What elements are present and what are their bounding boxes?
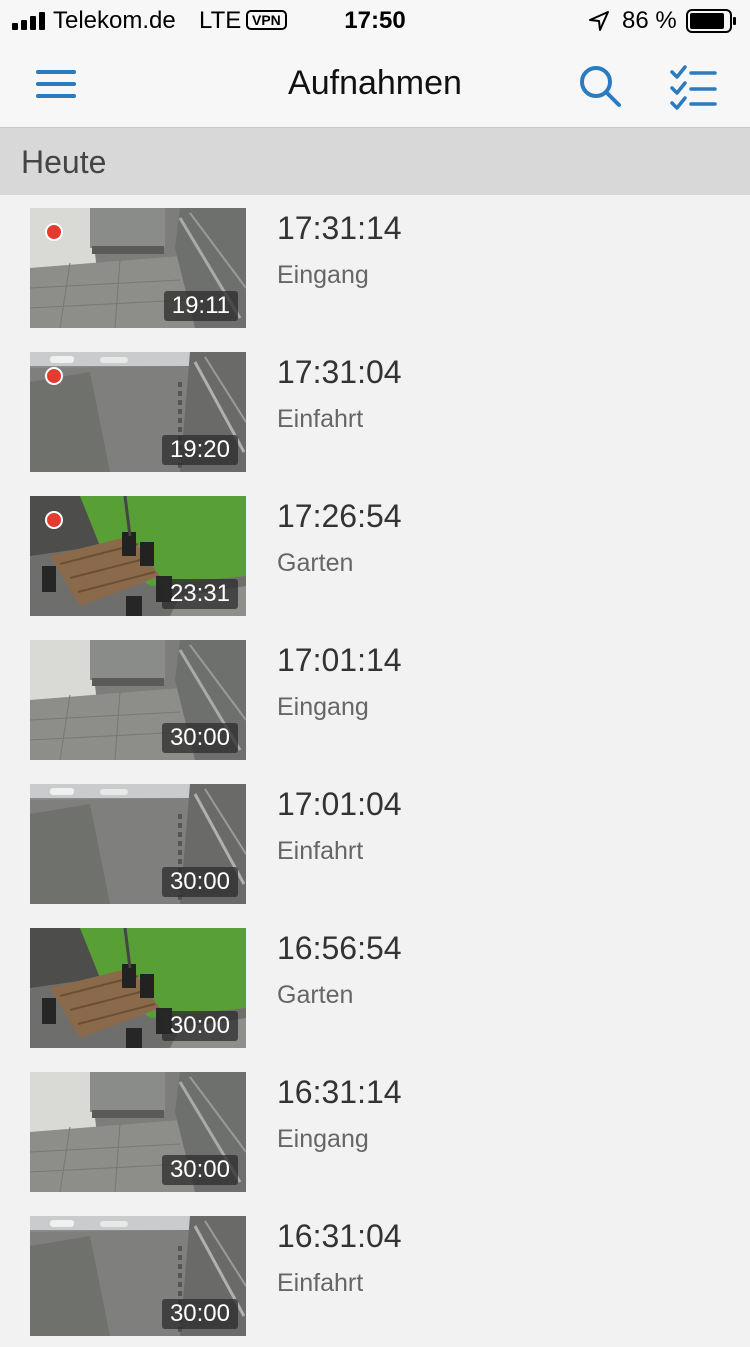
recording-time: 17:01:04: [277, 786, 402, 822]
camera-name: Einfahrt: [277, 405, 364, 433]
duration-badge: 30:00: [161, 1155, 238, 1185]
recording-time: 16:31:14: [277, 1074, 402, 1110]
recording-row[interactable]: 19:20 17:31:04 Einfahrt: [0, 339, 750, 483]
new-recording-dot: [45, 511, 63, 529]
recording-time: 16:56:54: [277, 930, 402, 966]
checklist-icon[interactable]: [668, 62, 718, 110]
duration-badge: 30:00: [161, 1299, 238, 1329]
recording-thumbnail[interactable]: 30:00: [30, 1072, 246, 1192]
camera-name: Eingang: [277, 261, 369, 289]
camera-name: Garten: [277, 981, 354, 1009]
navigation-bar: Aufnahmen: [0, 40, 750, 128]
recording-thumbnail[interactable]: 30:00: [30, 928, 246, 1048]
battery-percentage: 86 %: [622, 7, 677, 34]
recording-row[interactable]: 30:00 16:31:14 Eingang: [0, 1059, 750, 1203]
camera-name: Eingang: [277, 693, 369, 721]
recording-thumbnail[interactable]: 19:11: [30, 208, 246, 328]
battery-icon: [686, 9, 736, 33]
duration-badge: 30:00: [161, 1011, 238, 1041]
camera-name: Garten: [277, 549, 354, 577]
recording-row[interactable]: 30:00 16:31:04 Einfahrt: [0, 1203, 750, 1347]
recording-time: 17:26:54: [277, 498, 402, 534]
recording-thumbnail[interactable]: 19:20: [30, 352, 246, 472]
recording-thumbnail[interactable]: 30:00: [30, 1216, 246, 1336]
page-title: Aufnahmen: [288, 64, 462, 102]
status-bar: Telekom.de LTE VPN 17:50 86 %: [0, 0, 750, 40]
recording-row[interactable]: 30:00 17:01:04 Einfahrt: [0, 771, 750, 915]
recording-row[interactable]: 30:00 17:01:14 Eingang: [0, 627, 750, 771]
recording-time: 17:31:14: [277, 210, 402, 246]
recording-thumbnail[interactable]: 30:00: [30, 640, 246, 760]
camera-name: Einfahrt: [277, 1269, 364, 1297]
new-recording-dot: [45, 367, 63, 385]
duration-badge: 30:00: [161, 867, 238, 897]
new-recording-dot: [45, 223, 63, 241]
search-icon[interactable]: [576, 62, 624, 110]
recording-time: 17:01:14: [277, 642, 402, 678]
duration-badge: 23:31: [161, 579, 238, 609]
recording-thumbnail[interactable]: 30:00: [30, 784, 246, 904]
recordings-list: 19:11 17:31:14 Eingang 19:20 17:31:04 Ei…: [0, 195, 750, 1347]
duration-badge: 19:11: [163, 291, 238, 321]
duration-badge: 30:00: [161, 723, 238, 753]
camera-name: Eingang: [277, 1125, 369, 1153]
section-title: Heute: [21, 144, 107, 180]
recording-row[interactable]: 19:11 17:31:14 Eingang: [0, 195, 750, 339]
recording-time: 17:31:04: [277, 354, 402, 390]
location-arrow-icon: [589, 11, 609, 31]
section-header-today: Heute: [0, 128, 750, 195]
recording-thumbnail[interactable]: 23:31: [30, 496, 246, 616]
recording-time: 16:31:04: [277, 1218, 402, 1254]
recording-row[interactable]: 23:31 17:26:54 Garten: [0, 483, 750, 627]
recording-row[interactable]: 30:00 16:56:54 Garten: [0, 915, 750, 1059]
duration-badge: 19:20: [161, 435, 238, 465]
camera-name: Einfahrt: [277, 837, 364, 865]
